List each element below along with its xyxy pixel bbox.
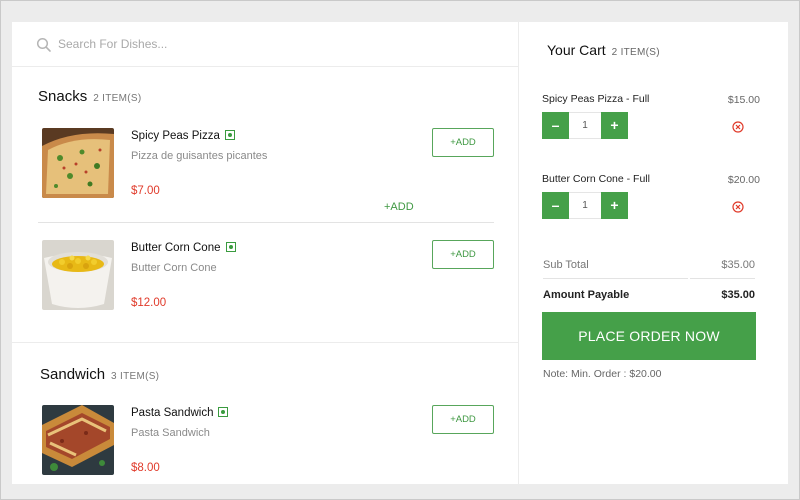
dish-price: $8.00 [131,462,160,474]
quantity-value[interactable]: 1 [569,112,601,139]
search-bar [12,22,518,67]
section-count: 3 ITEM(S) [111,371,160,382]
dish-description: Pasta Sandwich [131,427,210,439]
section-divider [12,342,518,343]
search-icon [36,37,51,52]
quantity-stepper: – 1 + [542,192,629,219]
dish-name: Pasta Sandwich [131,406,229,419]
amount-payable-value: $35.00 [721,289,755,301]
menu-item-pasta-sandwich: Pasta Sandwich Pasta Sandwich $8.00 +ADD [12,405,518,484]
add-button[interactable]: +ADD [432,240,494,269]
remove-icon[interactable] [732,121,744,133]
add-link[interactable]: +ADD [384,201,414,213]
cart-title: Your Cart 2 ITEM(S) [547,42,660,58]
dish-image-corn [42,240,114,310]
section-title-sandwich: Sandwich 3 ITEM(S) [40,366,160,383]
add-button[interactable]: +ADD [432,405,494,434]
increase-quantity-button[interactable]: + [601,192,628,219]
decrease-quantity-button[interactable]: – [542,112,569,139]
cart-item-price: $15.00 [727,94,760,106]
dish-description: Pizza de guisantes picantes [131,150,268,162]
dish-price: $7.00 [131,185,160,197]
increase-quantity-button[interactable]: + [601,112,628,139]
summary-divider [543,278,688,279]
dish-price: $12.00 [131,297,167,309]
section-count: 2 ITEM(S) [93,93,142,104]
veg-indicator-icon [218,407,229,417]
cart-count: 2 ITEM(S) [611,47,660,58]
remove-icon[interactable] [732,201,744,213]
quantity-value[interactable]: 1 [569,192,601,219]
item-divider [38,222,494,223]
subtotal-value: $35.00 [721,259,755,271]
place-order-button[interactable]: PLACE ORDER NOW [542,312,756,360]
min-order-note: Note: Min. Order : $20.00 [543,368,662,380]
cart-panel: Your Cart 2 ITEM(S) Spicy Peas Pizza - Fu… [519,22,788,484]
amount-payable-label: Amount Payable [543,289,630,301]
add-button[interactable]: +ADD [432,128,494,157]
menu-item-spicy-peas-pizza: Spicy Peas Pizza Pizza de guisantes pica… [12,128,518,208]
subtotal-label: Sub Total [543,259,589,271]
section-title-snacks: Snacks 2 ITEM(S) [38,88,142,105]
cart-item-name: Butter Corn Cone - Full [542,173,650,185]
cart-item-price: $20.00 [727,174,760,186]
dish-description: Butter Corn Cone [131,262,217,274]
dish-name: Spicy Peas Pizza [131,129,235,142]
search-input[interactable] [58,34,478,54]
dish-image-sandwich [42,405,114,475]
menu-panel: Snacks2 ITEM(S) Spicy Peas Pizza Pizza d… [12,22,518,484]
decrease-quantity-button[interactable]: – [542,192,569,219]
dish-name: Butter Corn Cone [131,241,236,254]
cart-item-spicy-peas-pizza: Spicy Peas Pizza - Full $15.00 – 1 + [542,93,762,173]
menu-item-butter-corn-cone: Butter Corn Cone Butter Corn Cone $12.00… [12,240,518,320]
quantity-stepper: – 1 + [542,112,629,139]
veg-indicator-icon [224,130,235,140]
cart-item-name: Spicy Peas Pizza - Full [542,93,650,105]
dish-image-pizza [42,128,114,198]
veg-indicator-icon [225,242,236,252]
cart-item-butter-corn-cone: Butter Corn Cone - Full $20.00 – 1 + [542,173,762,253]
summary-divider [690,278,755,279]
